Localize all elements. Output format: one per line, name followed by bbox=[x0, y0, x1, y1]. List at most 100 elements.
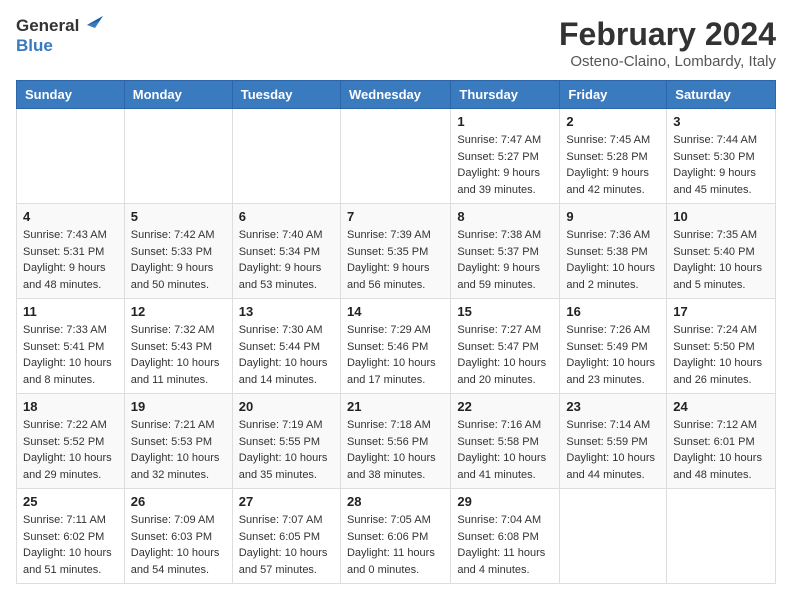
day-info: Sunrise: 7:09 AM Sunset: 6:03 PM Dayligh… bbox=[131, 512, 226, 578]
day-info: Sunrise: 7:43 AM Sunset: 5:31 PM Dayligh… bbox=[23, 227, 118, 293]
logo-bird-icon bbox=[81, 16, 103, 34]
day-number: 22 bbox=[457, 399, 553, 414]
calendar-cell: 15 Sunrise: 7:27 AM Sunset: 5:47 PM Dayli… bbox=[451, 299, 560, 394]
calendar-cell: 7 Sunrise: 7:39 AM Sunset: 5:35 PM Daylig… bbox=[340, 204, 450, 299]
calendar-week-row: 25 Sunrise: 7:11 AM Sunset: 6:02 PM Dayli… bbox=[17, 489, 776, 584]
day-info: Sunrise: 7:21 AM Sunset: 5:53 PM Dayligh… bbox=[131, 417, 226, 483]
day-number: 4 bbox=[23, 209, 118, 224]
day-info: Sunrise: 7:30 AM Sunset: 5:44 PM Dayligh… bbox=[239, 322, 334, 388]
page-subtitle: Osteno-Claino, Lombardy, Italy bbox=[559, 53, 776, 70]
day-number: 10 bbox=[673, 209, 769, 224]
weekday-header-monday: Monday bbox=[124, 81, 232, 109]
calendar-cell: 25 Sunrise: 7:11 AM Sunset: 6:02 PM Dayli… bbox=[17, 489, 125, 584]
calendar-week-row: 1 Sunrise: 7:47 AM Sunset: 5:27 PM Daylig… bbox=[17, 109, 776, 204]
weekday-header-thursday: Thursday bbox=[451, 81, 560, 109]
calendar-week-row: 18 Sunrise: 7:22 AM Sunset: 5:52 PM Dayli… bbox=[17, 394, 776, 489]
day-number: 8 bbox=[457, 209, 553, 224]
day-info: Sunrise: 7:11 AM Sunset: 6:02 PM Dayligh… bbox=[23, 512, 118, 578]
calendar-week-row: 11 Sunrise: 7:33 AM Sunset: 5:41 PM Dayli… bbox=[17, 299, 776, 394]
calendar-cell: 8 Sunrise: 7:38 AM Sunset: 5:37 PM Daylig… bbox=[451, 204, 560, 299]
calendar-cell bbox=[340, 109, 450, 204]
day-number: 24 bbox=[673, 399, 769, 414]
day-number: 13 bbox=[239, 304, 334, 319]
weekday-header-tuesday: Tuesday bbox=[232, 81, 340, 109]
calendar-cell: 11 Sunrise: 7:33 AM Sunset: 5:41 PM Dayli… bbox=[17, 299, 125, 394]
day-info: Sunrise: 7:26 AM Sunset: 5:49 PM Dayligh… bbox=[566, 322, 660, 388]
calendar-cell: 23 Sunrise: 7:14 AM Sunset: 5:59 PM Dayli… bbox=[560, 394, 667, 489]
day-number: 26 bbox=[131, 494, 226, 509]
calendar-cell bbox=[560, 489, 667, 584]
day-number: 18 bbox=[23, 399, 118, 414]
day-number: 11 bbox=[23, 304, 118, 319]
day-info: Sunrise: 7:38 AM Sunset: 5:37 PM Dayligh… bbox=[457, 227, 553, 293]
logo-general-text: General bbox=[16, 16, 79, 36]
calendar-cell: 29 Sunrise: 7:04 AM Sunset: 6:08 PM Dayli… bbox=[451, 489, 560, 584]
day-number: 20 bbox=[239, 399, 334, 414]
day-number: 29 bbox=[457, 494, 553, 509]
day-number: 14 bbox=[347, 304, 444, 319]
day-number: 3 bbox=[673, 114, 769, 129]
calendar-cell: 18 Sunrise: 7:22 AM Sunset: 5:52 PM Dayli… bbox=[17, 394, 125, 489]
day-number: 1 bbox=[457, 114, 553, 129]
day-info: Sunrise: 7:33 AM Sunset: 5:41 PM Dayligh… bbox=[23, 322, 118, 388]
day-info: Sunrise: 7:14 AM Sunset: 5:59 PM Dayligh… bbox=[566, 417, 660, 483]
calendar-week-row: 4 Sunrise: 7:43 AM Sunset: 5:31 PM Daylig… bbox=[17, 204, 776, 299]
calendar-cell bbox=[124, 109, 232, 204]
day-info: Sunrise: 7:27 AM Sunset: 5:47 PM Dayligh… bbox=[457, 322, 553, 388]
calendar-cell: 6Sunrise: 7:40 AM Sunset: 5:34 PM Daylig… bbox=[232, 204, 340, 299]
calendar-cell: 21 Sunrise: 7:18 AM Sunset: 5:56 PM Dayli… bbox=[340, 394, 450, 489]
day-info: Sunrise: 7:12 AM Sunset: 6:01 PM Dayligh… bbox=[673, 417, 769, 483]
calendar-cell: 17 Sunrise: 7:24 AM Sunset: 5:50 PM Dayli… bbox=[667, 299, 776, 394]
day-info: Sunrise: 7:07 AM Sunset: 6:05 PM Dayligh… bbox=[239, 512, 334, 578]
day-number: 7 bbox=[347, 209, 444, 224]
day-number: 27 bbox=[239, 494, 334, 509]
day-info: Sunrise: 7:16 AM Sunset: 5:58 PM Dayligh… bbox=[457, 417, 553, 483]
calendar-cell: 3Sunrise: 7:44 AM Sunset: 5:30 PM Daylig… bbox=[667, 109, 776, 204]
calendar-table: SundayMondayTuesdayWednesdayThursdayFrid… bbox=[16, 80, 776, 584]
calendar-cell bbox=[667, 489, 776, 584]
day-number: 21 bbox=[347, 399, 444, 414]
logo: General Blue bbox=[16, 16, 103, 56]
day-info: Sunrise: 7:04 AM Sunset: 6:08 PM Dayligh… bbox=[457, 512, 553, 578]
calendar-cell: 22 Sunrise: 7:16 AM Sunset: 5:58 PM Dayli… bbox=[451, 394, 560, 489]
day-info: Sunrise: 7:29 AM Sunset: 5:46 PM Dayligh… bbox=[347, 322, 444, 388]
day-info: Sunrise: 7:05 AM Sunset: 6:06 PM Dayligh… bbox=[347, 512, 444, 578]
day-number: 15 bbox=[457, 304, 553, 319]
weekday-header-friday: Friday bbox=[560, 81, 667, 109]
calendar-cell: 19Sunrise: 7:21 AM Sunset: 5:53 PM Dayli… bbox=[124, 394, 232, 489]
day-number: 17 bbox=[673, 304, 769, 319]
weekday-header-wednesday: Wednesday bbox=[340, 81, 450, 109]
day-info: Sunrise: 7:36 AM Sunset: 5:38 PM Dayligh… bbox=[566, 227, 660, 293]
title-area: February 2024 Osteno-Claino, Lombardy, I… bbox=[559, 16, 776, 70]
day-number: 9 bbox=[566, 209, 660, 224]
calendar-cell: 1 Sunrise: 7:47 AM Sunset: 5:27 PM Daylig… bbox=[451, 109, 560, 204]
calendar-cell: 27 Sunrise: 7:07 AM Sunset: 6:05 PM Dayli… bbox=[232, 489, 340, 584]
day-info: Sunrise: 7:39 AM Sunset: 5:35 PM Dayligh… bbox=[347, 227, 444, 293]
day-number: 25 bbox=[23, 494, 118, 509]
day-number: 28 bbox=[347, 494, 444, 509]
calendar-cell: 10 Sunrise: 7:35 AM Sunset: 5:40 PM Dayli… bbox=[667, 204, 776, 299]
calendar-cell bbox=[17, 109, 125, 204]
day-number: 5 bbox=[131, 209, 226, 224]
day-info: Sunrise: 7:40 AM Sunset: 5:34 PM Dayligh… bbox=[239, 227, 334, 293]
day-info: Sunrise: 7:24 AM Sunset: 5:50 PM Dayligh… bbox=[673, 322, 769, 388]
weekday-header-sunday: Sunday bbox=[17, 81, 125, 109]
calendar-cell: 13 Sunrise: 7:30 AM Sunset: 5:44 PM Dayli… bbox=[232, 299, 340, 394]
calendar-cell: 2Sunrise: 7:45 AM Sunset: 5:28 PM Daylig… bbox=[560, 109, 667, 204]
calendar-header-row: SundayMondayTuesdayWednesdayThursdayFrid… bbox=[17, 81, 776, 109]
weekday-header-saturday: Saturday bbox=[667, 81, 776, 109]
day-info: Sunrise: 7:18 AM Sunset: 5:56 PM Dayligh… bbox=[347, 417, 444, 483]
day-number: 16 bbox=[566, 304, 660, 319]
calendar-cell: 16 Sunrise: 7:26 AM Sunset: 5:49 PM Dayli… bbox=[560, 299, 667, 394]
day-info: Sunrise: 7:19 AM Sunset: 5:55 PM Dayligh… bbox=[239, 417, 334, 483]
day-info: Sunrise: 7:22 AM Sunset: 5:52 PM Dayligh… bbox=[23, 417, 118, 483]
day-info: Sunrise: 7:47 AM Sunset: 5:27 PM Dayligh… bbox=[457, 132, 553, 198]
day-number: 2 bbox=[566, 114, 660, 129]
day-number: 23 bbox=[566, 399, 660, 414]
calendar-cell: 5 Sunrise: 7:42 AM Sunset: 5:33 PM Daylig… bbox=[124, 204, 232, 299]
calendar-cell: 26 Sunrise: 7:09 AM Sunset: 6:03 PM Dayli… bbox=[124, 489, 232, 584]
day-info: Sunrise: 7:42 AM Sunset: 5:33 PM Dayligh… bbox=[131, 227, 226, 293]
calendar-cell: 14 Sunrise: 7:29 AM Sunset: 5:46 PM Dayli… bbox=[340, 299, 450, 394]
day-info: Sunrise: 7:35 AM Sunset: 5:40 PM Dayligh… bbox=[673, 227, 769, 293]
calendar-cell: 9 Sunrise: 7:36 AM Sunset: 5:38 PM Daylig… bbox=[560, 204, 667, 299]
